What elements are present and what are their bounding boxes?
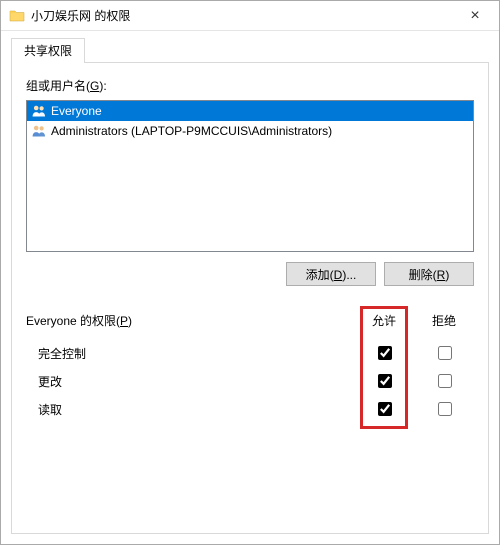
permissions-block: Everyone 的权限(P) 允许 拒绝 完全控制更改读取 [26, 312, 474, 423]
dialog-body: 共享权限 组或用户名(G): Everyone Administrators (… [1, 31, 499, 544]
list-item-label: Everyone [51, 104, 102, 118]
tabstrip: 共享权限 [11, 39, 489, 62]
tab-panel: 组或用户名(G): Everyone Administrators (LAPTO… [11, 62, 489, 534]
groups-label: 组或用户名(G): [26, 77, 474, 94]
close-button[interactable]: × [453, 2, 497, 30]
deny-cell [414, 371, 474, 391]
add-button[interactable]: 添加(D)... [286, 262, 376, 286]
folder-icon [9, 8, 25, 24]
permissions-dialog: 小刀娱乐网 的权限 × 共享权限 组或用户名(G): Everyone Admi… [0, 0, 500, 545]
allow-checkbox[interactable] [378, 374, 392, 388]
allow-cell [354, 371, 414, 391]
permission-row: 更改 [26, 367, 474, 395]
list-item[interactable]: Administrators (LAPTOP-P9MCCUIS\Administ… [27, 121, 473, 141]
allow-cell [354, 399, 414, 419]
permission-name: 完全控制 [26, 345, 354, 362]
deny-checkbox[interactable] [438, 402, 452, 416]
permissions-header: Everyone 的权限(P) 允许 拒绝 [26, 312, 474, 329]
deny-cell [414, 343, 474, 363]
permissions-table: 完全控制更改读取 [26, 339, 474, 423]
deny-checkbox[interactable] [438, 374, 452, 388]
allow-cell [354, 343, 414, 363]
allow-checkbox[interactable] [378, 402, 392, 416]
deny-checkbox[interactable] [438, 346, 452, 360]
column-allow: 允许 [354, 312, 414, 329]
column-deny: 拒绝 [414, 312, 474, 329]
titlebar: 小刀娱乐网 的权限 × [1, 1, 499, 31]
remove-button[interactable]: 删除(R) [384, 262, 474, 286]
permissions-label: Everyone 的权限(P) [26, 312, 354, 329]
window-title: 小刀娱乐网 的权限 [31, 7, 453, 24]
list-item[interactable]: Everyone [27, 101, 473, 121]
users-icon [31, 103, 47, 119]
permission-name: 读取 [26, 401, 354, 418]
groups-button-row: 添加(D)... 删除(R) [26, 262, 474, 286]
tab-share-permissions[interactable]: 共享权限 [11, 38, 85, 63]
permission-name: 更改 [26, 373, 354, 390]
groups-listbox[interactable]: Everyone Administrators (LAPTOP-P9MCCUIS… [26, 100, 474, 252]
users-icon [31, 123, 47, 139]
permission-row: 完全控制 [26, 339, 474, 367]
permission-row: 读取 [26, 395, 474, 423]
allow-checkbox[interactable] [378, 346, 392, 360]
deny-cell [414, 399, 474, 419]
list-item-label: Administrators (LAPTOP-P9MCCUIS\Administ… [51, 124, 332, 138]
